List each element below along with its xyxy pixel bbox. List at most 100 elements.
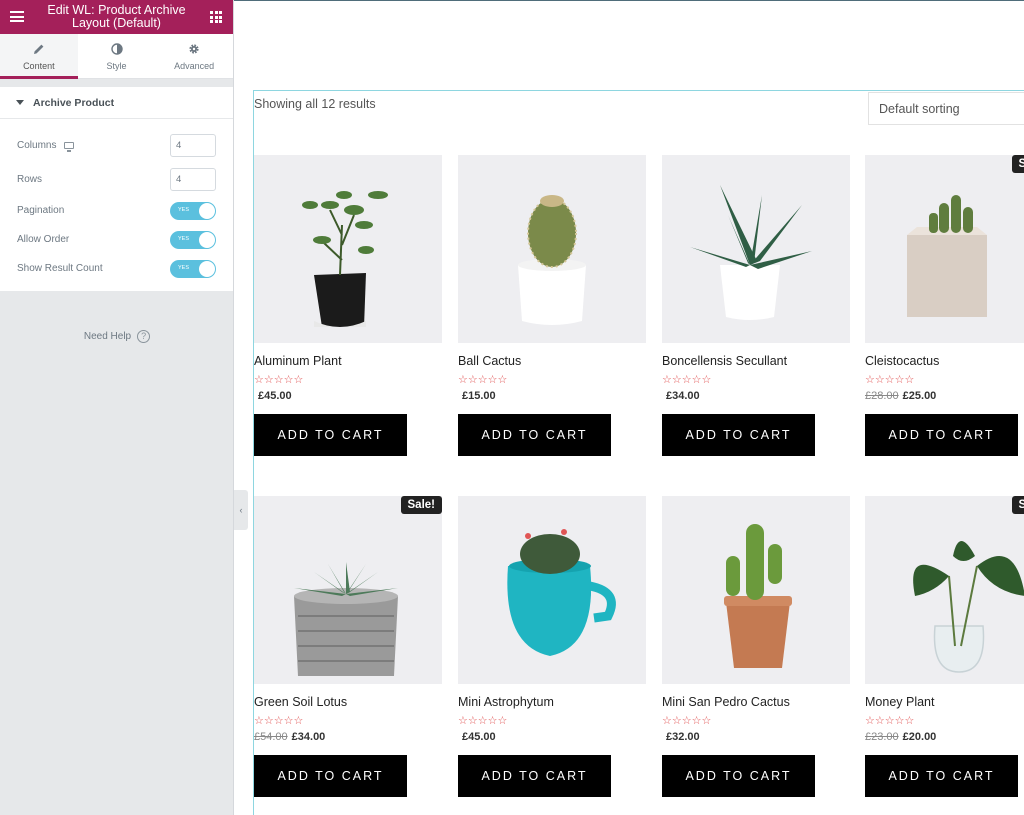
product-price: £34.00 xyxy=(662,390,850,402)
product-name[interactable]: Money Plant xyxy=(865,695,1024,709)
product-image[interactable]: Sale! xyxy=(865,155,1024,343)
product-card: Sale! Cleistocactus ☆☆☆☆☆ £28.00£25.00 A… xyxy=(865,155,1024,456)
control-label: Columns xyxy=(17,139,57,151)
control-label: Allow Order xyxy=(17,234,70,245)
columns-input[interactable]: 4 xyxy=(170,133,216,157)
tab-advanced[interactable]: Advanced xyxy=(155,34,233,78)
product-price: £28.00 £25.00 xyxy=(865,390,1024,402)
tab-content[interactable]: Content xyxy=(0,34,78,79)
sale-badge: Sale! xyxy=(400,496,442,514)
product-image[interactable] xyxy=(662,496,850,684)
product-image[interactable] xyxy=(458,155,646,343)
add-to-cart-button[interactable]: ADD TO CART xyxy=(458,414,611,456)
rows-input[interactable]: 4 xyxy=(170,167,216,191)
product-card: Aluminum Plant ☆☆☆☆☆ £45.00 ADD TO CART xyxy=(254,155,442,456)
product-name[interactable]: Aluminum Plant xyxy=(254,354,442,368)
plant-image-icon xyxy=(907,195,987,317)
tab-label: Style xyxy=(106,60,127,71)
product-card: Boncellensis Secullant ☆☆☆☆☆ £34.00 ADD … xyxy=(662,155,850,456)
add-to-cart-button[interactable]: ADD TO CART xyxy=(254,414,407,456)
add-to-cart-button[interactable]: ADD TO CART xyxy=(662,755,815,797)
current-price: £20.00 xyxy=(902,731,937,743)
collapse-panel-button[interactable]: ‹ xyxy=(234,490,248,530)
add-to-cart-button[interactable]: ADD TO CART xyxy=(254,755,407,797)
widgets-grid-icon[interactable] xyxy=(210,11,222,23)
current-price: £45.00 xyxy=(258,390,292,402)
plant-image-icon xyxy=(507,529,616,656)
product-name[interactable]: Green Soil Lotus xyxy=(254,695,442,709)
pencil-icon xyxy=(33,42,45,57)
add-to-cart-button[interactable]: ADD TO CART xyxy=(865,414,1018,456)
product-image[interactable] xyxy=(458,496,646,684)
section-archive-product[interactable]: Archive Product xyxy=(0,87,233,119)
rating-stars-icon: ☆☆☆☆☆ xyxy=(662,715,712,727)
toggle-state: YES xyxy=(178,206,190,213)
tab-style[interactable]: Style xyxy=(78,34,156,78)
hamburger-menu-icon[interactable] xyxy=(10,11,24,22)
current-price: £32.00 xyxy=(666,731,700,743)
editor-panel: Edit WL: Product Archive Layout (Default… xyxy=(0,0,234,815)
ordering-select[interactable]: Default sorting xyxy=(868,92,1024,125)
toggle-state: YES xyxy=(178,264,190,271)
control-rows: Rows 4 xyxy=(17,162,216,196)
rating-stars-icon: ☆☆☆☆☆ xyxy=(458,715,508,727)
product-card: Mini Astrophytum ☆☆☆☆☆ £45.00 ADD TO CAR… xyxy=(458,496,646,797)
pagination-toggle[interactable]: YES xyxy=(170,201,216,220)
add-to-cart-button[interactable]: ADD TO CART xyxy=(865,755,1018,797)
product-price: £15.00 xyxy=(458,390,646,402)
old-price: £28.00 xyxy=(865,390,899,402)
need-help-link[interactable]: Need Help ? xyxy=(0,330,234,343)
control-columns: Columns 4 xyxy=(17,128,216,162)
product-name[interactable]: Mini San Pedro Cactus xyxy=(662,695,850,709)
control-allow-order: Allow Order YES xyxy=(17,225,216,254)
plant-image-icon xyxy=(302,191,388,327)
section-title: Archive Product xyxy=(33,96,115,109)
rating-stars-icon: ☆☆☆☆☆ xyxy=(662,374,712,386)
product-card: Ball Cactus ☆☆☆☆☆ £15.00 ADD TO CART xyxy=(458,155,646,456)
product-name[interactable]: Mini Astrophytum xyxy=(458,695,646,709)
chevron-left-icon: ‹ xyxy=(239,505,243,515)
rating-stars-icon: ☆☆☆☆☆ xyxy=(865,715,915,727)
current-price: £25.00 xyxy=(902,390,937,402)
gear-icon xyxy=(188,42,200,57)
desktop-icon[interactable] xyxy=(64,141,75,152)
product-price: £45.00 xyxy=(458,731,646,743)
product-name[interactable]: Boncellensis Secullant xyxy=(662,354,850,368)
rating-stars-icon: ☆☆☆☆☆ xyxy=(254,715,304,727)
show-result-count-toggle[interactable]: YES xyxy=(170,259,216,278)
product-name[interactable]: Ball Cactus xyxy=(458,354,646,368)
add-to-cart-button[interactable]: ADD TO CART xyxy=(458,755,611,797)
control-label: Show Result Count xyxy=(17,263,103,274)
toggle-knob xyxy=(199,231,215,248)
product-price: £23.00 £20.00 xyxy=(865,731,1024,743)
toggle-knob xyxy=(199,260,215,277)
result-count: Showing all 12 results xyxy=(254,97,376,111)
control-pagination: Pagination YES xyxy=(17,196,216,225)
rating-stars-icon: ☆☆☆☆☆ xyxy=(865,374,915,386)
add-to-cart-button[interactable]: ADD TO CART xyxy=(662,414,815,456)
toggle-knob xyxy=(199,202,215,219)
rating-stars-icon: ☆☆☆☆☆ xyxy=(254,374,304,386)
question-icon: ? xyxy=(137,330,151,343)
tab-label: Advanced xyxy=(174,60,215,71)
product-image[interactable] xyxy=(254,155,442,343)
current-price: £15.00 xyxy=(462,390,496,402)
product-image[interactable]: Sale! xyxy=(865,496,1024,684)
product-name[interactable]: Cleistocactus xyxy=(865,354,1024,368)
plant-image-icon xyxy=(913,541,1024,673)
caret-down-icon xyxy=(16,100,24,105)
current-price: £45.00 xyxy=(462,731,496,743)
product-price: £54.00 £34.00 xyxy=(254,731,442,743)
controls-list: Columns 4 Rows 4 Pagination YES Allow Or… xyxy=(0,119,233,291)
sale-badge: Sale! xyxy=(1011,496,1024,514)
product-card: Sale! Green Soil Lotus ☆☆☆☆☆ £54.00 £34.0… xyxy=(254,496,442,797)
product-image[interactable]: Sale! xyxy=(254,496,442,684)
plant-image-icon xyxy=(294,562,398,676)
product-image[interactable] xyxy=(662,155,850,343)
control-label: Pagination xyxy=(17,205,65,216)
half-circle-icon xyxy=(110,42,123,57)
allow-order-toggle[interactable]: YES xyxy=(170,230,216,249)
plant-image-icon xyxy=(724,524,792,668)
tab-label: Content xyxy=(23,60,55,71)
old-price: £54.00 xyxy=(254,731,288,743)
